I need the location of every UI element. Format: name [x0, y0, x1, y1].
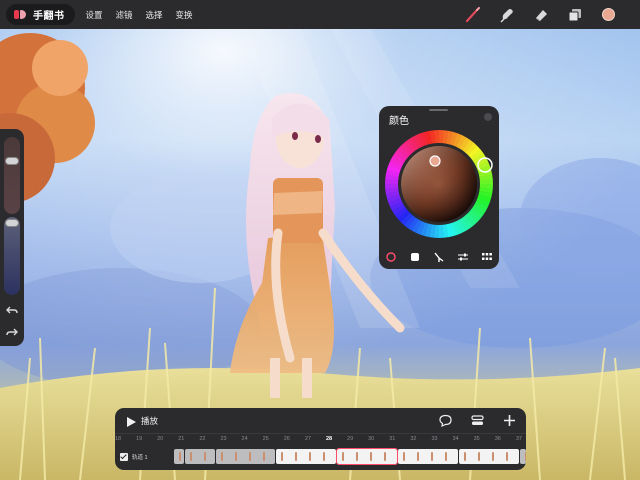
frame-number[interactable]: 30	[368, 436, 374, 442]
color-panel-title: 颜色	[389, 116, 409, 127]
brush-icon[interactable]	[463, 5, 482, 24]
menu-filters[interactable]: 滤镜	[116, 9, 133, 21]
frame-number[interactable]: 21	[178, 436, 184, 442]
frame-number[interactable]: 26	[284, 436, 290, 442]
menu-select[interactable]: 选择	[146, 9, 163, 21]
color-panel: 颜色	[379, 106, 499, 269]
panel-grabber[interactable]	[429, 109, 448, 111]
harmony-icon[interactable]	[432, 250, 446, 264]
frame-number[interactable]: 32	[410, 436, 416, 442]
undo-icon[interactable]	[5, 304, 19, 318]
app-name: 手翻书	[33, 11, 65, 22]
close-icon[interactable]	[484, 113, 492, 121]
brush-size-slider[interactable]	[4, 137, 20, 214]
brush-sidebar	[0, 129, 24, 346]
track-name: 轨道 1	[132, 454, 148, 461]
frame-number[interactable]: 31	[389, 436, 395, 442]
frame-number[interactable]: 33	[431, 436, 437, 442]
frame-ruler[interactable]: 18 19 20 21 22 23 24 25 26 27 28 29 30 31 32 33 34 35 36 37	[115, 433, 526, 445]
frame-thumbnail[interactable]	[216, 449, 275, 464]
frame-number[interactable]: 28	[326, 436, 332, 442]
brush-opacity-handle[interactable]	[5, 219, 19, 227]
track-row: 轨道 1	[115, 448, 526, 465]
animation-timeline: 播放 18 19 20 21 22 23 24 25 26 27 28 29 30 31 32 33 34 35 3…	[115, 408, 526, 470]
brush-size-handle[interactable]	[5, 157, 19, 165]
frame-number[interactable]: 34	[453, 436, 459, 442]
sliders-icon[interactable]	[456, 250, 470, 264]
tool-group	[463, 5, 618, 24]
menu-settings[interactable]: 设置	[86, 9, 103, 21]
frame-number[interactable]: 27	[305, 436, 311, 442]
menu-transform[interactable]: 变换	[176, 9, 193, 21]
color-mode-tabs	[379, 249, 499, 265]
frame-thumbnail[interactable]	[276, 449, 336, 464]
frame-number[interactable]: 25	[263, 436, 269, 442]
frame-number[interactable]: 35	[474, 436, 480, 442]
add-frame-icon[interactable]	[502, 413, 516, 427]
app-logo-icon	[14, 9, 27, 20]
onion-skin-icon[interactable]	[438, 413, 452, 427]
disc-icon[interactable]	[384, 250, 398, 264]
frame-number[interactable]: 37	[516, 436, 522, 442]
frame-thumbnail[interactable]	[459, 449, 519, 464]
frame-number[interactable]: 23	[220, 436, 226, 442]
smudge-icon[interactable]	[497, 5, 516, 24]
top-toolbar: 手翻书 设置 滤镜 选择 变换	[0, 0, 640, 29]
frame-number[interactable]: 18	[115, 436, 121, 442]
frame-strip[interactable]	[174, 448, 526, 465]
frame-thumbnail[interactable]	[520, 449, 526, 464]
redo-icon[interactable]	[5, 326, 19, 340]
frame-number[interactable]: 29	[347, 436, 353, 442]
frame-number[interactable]: 19	[136, 436, 142, 442]
top-menu: 设置 滤镜 选择 变换	[86, 9, 193, 21]
timeline-settings-icon[interactable]	[470, 413, 484, 427]
track-visibility-checkbox[interactable]	[120, 452, 128, 461]
play-label[interactable]: 播放	[141, 415, 158, 427]
frame-number[interactable]: 36	[495, 436, 501, 442]
current-color-swatch	[602, 8, 615, 21]
palettes-icon[interactable]	[480, 250, 494, 264]
frame-number[interactable]: 24	[242, 436, 248, 442]
classic-icon[interactable]	[408, 250, 422, 264]
play-icon[interactable]	[125, 415, 137, 427]
frame-thumbnail[interactable]	[398, 449, 458, 464]
layers-icon[interactable]	[565, 5, 584, 24]
color-disc[interactable]	[383, 128, 495, 240]
frame-number[interactable]: 20	[157, 436, 163, 442]
color-picker-button[interactable]	[599, 5, 618, 24]
timeline-tools	[438, 413, 516, 427]
gallery-button[interactable]: 手翻书	[6, 4, 75, 25]
frame-thumbnail[interactable]	[185, 449, 215, 464]
brush-opacity-slider[interactable]	[4, 217, 20, 295]
frame-thumbnail[interactable]	[174, 449, 184, 464]
saturation-handle[interactable]	[429, 155, 441, 167]
frame-number[interactable]: 22	[199, 436, 205, 442]
track-header[interactable]: 轨道 1	[120, 449, 172, 464]
current-frame-thumbnail[interactable]	[336, 448, 398, 465]
eraser-icon[interactable]	[531, 5, 550, 24]
